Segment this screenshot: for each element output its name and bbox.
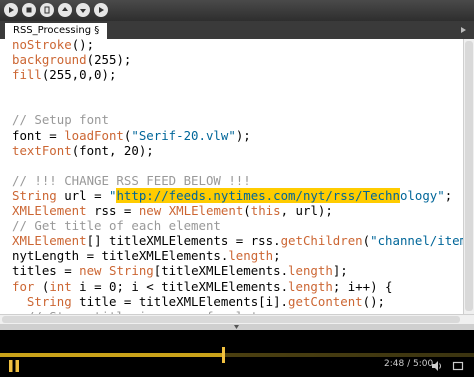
code-line[interactable] (12, 82, 464, 97)
progress-fill (0, 353, 222, 357)
code-token: (font, 20); (71, 142, 154, 158)
code-line[interactable]: fill(255,0,0); (12, 67, 464, 82)
horizontal-scroll-thumb[interactable] (2, 316, 460, 323)
code-token: length (288, 278, 333, 294)
code-token: ( (243, 203, 251, 219)
code-token: ; i++) { (332, 278, 393, 294)
code-line[interactable]: // !!! CHANGE RSS FEED BELOW !!! (12, 173, 464, 188)
code-token: [titleXMLElements. (153, 263, 289, 279)
code-token: XMLElement (168, 203, 244, 219)
code-line[interactable]: String url = "http://feeds.nytimes.com/n… (12, 187, 464, 203)
code-token: ( (362, 233, 371, 249)
code-token: , url); (280, 203, 333, 219)
code-token: textFont (12, 142, 72, 158)
code-token: ]; (332, 263, 348, 279)
scrub-handle[interactable] (222, 347, 225, 363)
export-button[interactable] (94, 3, 108, 17)
new-button[interactable] (40, 3, 54, 17)
code-token: ( (34, 278, 50, 294)
code-token: ); (235, 127, 251, 143)
toolbar (0, 0, 474, 21)
code-line[interactable]: font = loadFont("Serif-20.vlw"); (12, 128, 464, 143)
code-token: length (228, 248, 274, 264)
code-line[interactable]: // Setup font (12, 112, 464, 127)
code-token: XMLElement (12, 233, 87, 249)
export-icon (99, 7, 104, 13)
pause-icon[interactable] (6, 358, 22, 374)
code-token: // Get title of each element (12, 218, 221, 234)
code-line[interactable]: nytLength = titleXMLElements.length; (12, 248, 464, 263)
code-token: String (12, 187, 57, 203)
divider-handle-icon[interactable] (234, 325, 239, 329)
code-token: "Serif-20.vlw" (131, 127, 236, 143)
code-token: new (138, 203, 162, 219)
code-token: ; (273, 248, 281, 264)
save-button[interactable] (76, 3, 90, 17)
code-token: String (109, 263, 154, 279)
code-token: for (12, 278, 35, 294)
code-line[interactable]: textFont(font, 20); (12, 143, 464, 158)
stop-icon (26, 7, 32, 13)
tab-bar: RSS_Processing § (0, 21, 474, 40)
run-button[interactable] (4, 3, 18, 17)
tab-menu-arrow-icon[interactable] (458, 25, 468, 35)
new-file-icon (44, 6, 50, 14)
code-line[interactable]: for (int i = 0; i < titleXMLElements.len… (12, 279, 464, 294)
code-token: getContent (288, 293, 363, 309)
code-token: [] titleXMLElements = rss. (86, 233, 281, 249)
save-icon (80, 9, 86, 13)
code-token: url = (56, 187, 109, 203)
code-line[interactable] (12, 97, 464, 112)
code-token: String (26, 293, 72, 309)
code-line[interactable]: XMLElement rss = new XMLElement(this, ur… (12, 203, 464, 218)
code-token: background (12, 52, 87, 68)
code-line[interactable] (12, 158, 464, 173)
code-token: (); (362, 293, 386, 309)
code-token: http://feeds.nytimes.com/nyt/rss/Techn (116, 187, 400, 203)
code-token: (); (71, 39, 95, 52)
code-line[interactable]: noStroke(); (12, 39, 464, 52)
code-token: i = 0; i < titleXMLElements. (71, 278, 289, 294)
code-token: font = (12, 127, 65, 143)
code-token: ; (444, 187, 453, 203)
code-line[interactable]: XMLElement[] titleXMLElements = rss.getC… (12, 233, 464, 248)
code-token: loadFont (64, 127, 124, 143)
code-token: noStroke (12, 39, 72, 52)
code-token: titles = (12, 263, 80, 279)
code-token: ology" (399, 187, 445, 203)
stop-button[interactable] (22, 3, 36, 17)
code-token: new (79, 263, 102, 279)
code-token: fill (12, 67, 42, 83)
vertical-scroll-thumb[interactable] (465, 41, 473, 311)
code-token: // Setup font (12, 112, 109, 128)
code-text[interactable]: noStroke(); background(255); fill(255,0,0)… (12, 39, 464, 314)
open-icon (62, 7, 68, 11)
code-token: rss = (86, 203, 139, 219)
code-token: // !!! CHANGE RSS FEED BELOW !!! (12, 172, 251, 188)
code-token: (255); (86, 52, 132, 68)
code-line[interactable]: String title = titleXMLElements[i].getCo… (12, 294, 464, 309)
code-token: length (288, 263, 333, 279)
fullscreen-icon[interactable] (452, 360, 464, 372)
code-token: XMLElement (12, 203, 87, 219)
play-icon (9, 7, 14, 13)
code-line[interactable]: background(255); (12, 52, 464, 67)
timecode: 2:48 / 5:00 (384, 359, 434, 369)
code-token: this (250, 203, 281, 219)
tab-rss-processing[interactable]: RSS_Processing § (5, 23, 108, 39)
open-button[interactable] (58, 3, 72, 17)
code-token: (255,0,0); (41, 67, 117, 83)
code-line[interactable]: titles = new String[titleXMLElements.len… (12, 263, 464, 278)
code-token: nytLength = titleXMLElements. (12, 248, 229, 264)
code-token: getChildren (280, 233, 363, 249)
code-token: title = titleXMLElements[i]. (71, 293, 289, 309)
code-token: "channel/item/title" (370, 233, 464, 249)
code-line[interactable]: // Get title of each element (12, 218, 464, 233)
volume-icon[interactable] (431, 360, 443, 372)
code-editor[interactable]: noStroke(); background(255); fill(255,0,0)… (0, 39, 464, 314)
code-token: int (49, 278, 72, 294)
